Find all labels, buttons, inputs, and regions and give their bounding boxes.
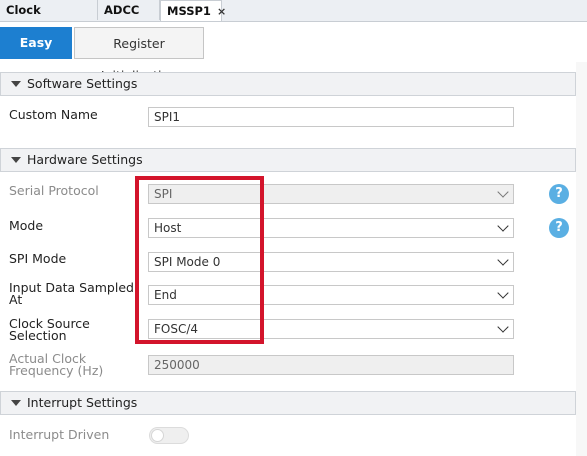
label-line: At (9, 292, 23, 307)
close-icon[interactable]: × (217, 5, 226, 18)
register-initialization-button[interactable]: Register Initialization (74, 27, 204, 83)
label-line: Selection (9, 328, 67, 343)
editor-tab-strip: Clock Control ADCC MSSP1 × (0, 0, 587, 37)
actual-clock-frequency-field: 250000 (148, 355, 514, 375)
vertical-scrollbar[interactable] (576, 62, 587, 456)
tab-label: ADCC (104, 3, 140, 17)
section-title: Software Settings (27, 76, 138, 91)
collapse-triangle-icon (11, 156, 21, 163)
easy-view-button[interactable]: Easy View (0, 27, 72, 82)
collapse-triangle-icon (11, 80, 21, 87)
clock-source-selection-label: Clock Source Selection (9, 317, 90, 343)
tab-mssp1[interactable]: MSSP1 × (160, 0, 226, 21)
tab-label: MSSP1 (167, 4, 211, 18)
section-hardware-settings[interactable]: Hardware Settings (0, 148, 576, 172)
actual-clock-frequency-value: 250000 (154, 358, 200, 372)
help-icon[interactable]: ? (549, 184, 569, 204)
chevron-down-icon (497, 321, 509, 333)
serial-protocol-label: Serial Protocol (9, 183, 99, 198)
spi-mode-label: SPI Mode (9, 251, 67, 266)
actual-clock-frequency-label: Actual Clock Frequency (Hz) (9, 352, 104, 378)
chevron-down-icon (497, 287, 509, 299)
tab-clock-control[interactable]: Clock Control (0, 0, 98, 37)
highlight-annotation-box (135, 176, 264, 344)
custom-name-value: SPI1 (154, 110, 181, 124)
interrupt-driven-label: Interrupt Driven (9, 427, 110, 442)
custom-name-label: Custom Name (9, 107, 98, 122)
section-interrupt-settings[interactable]: Interrupt Settings (0, 391, 576, 415)
section-title: Hardware Settings (27, 152, 143, 167)
section-software-settings[interactable]: Software Settings (0, 72, 576, 96)
chevron-down-icon (497, 254, 509, 266)
tab-adcc[interactable]: ADCC (98, 0, 160, 20)
toggle-knob (151, 429, 164, 442)
section-title: Interrupt Settings (27, 395, 138, 410)
label-line: Frequency (Hz) (9, 363, 104, 378)
chevron-down-icon (497, 186, 509, 198)
view-toggle-bar: Easy View Register Initialization (0, 22, 587, 83)
custom-name-input[interactable]: SPI1 (148, 107, 514, 127)
collapse-triangle-icon (11, 399, 21, 406)
interrupt-driven-toggle[interactable] (149, 427, 189, 444)
label-line: Input Data Sampled (9, 280, 134, 295)
chevron-down-icon (497, 220, 509, 232)
mode-label: Mode (9, 218, 44, 233)
input-data-sampled-label: Input Data Sampled At (9, 280, 134, 307)
help-icon[interactable]: ? (549, 218, 569, 238)
